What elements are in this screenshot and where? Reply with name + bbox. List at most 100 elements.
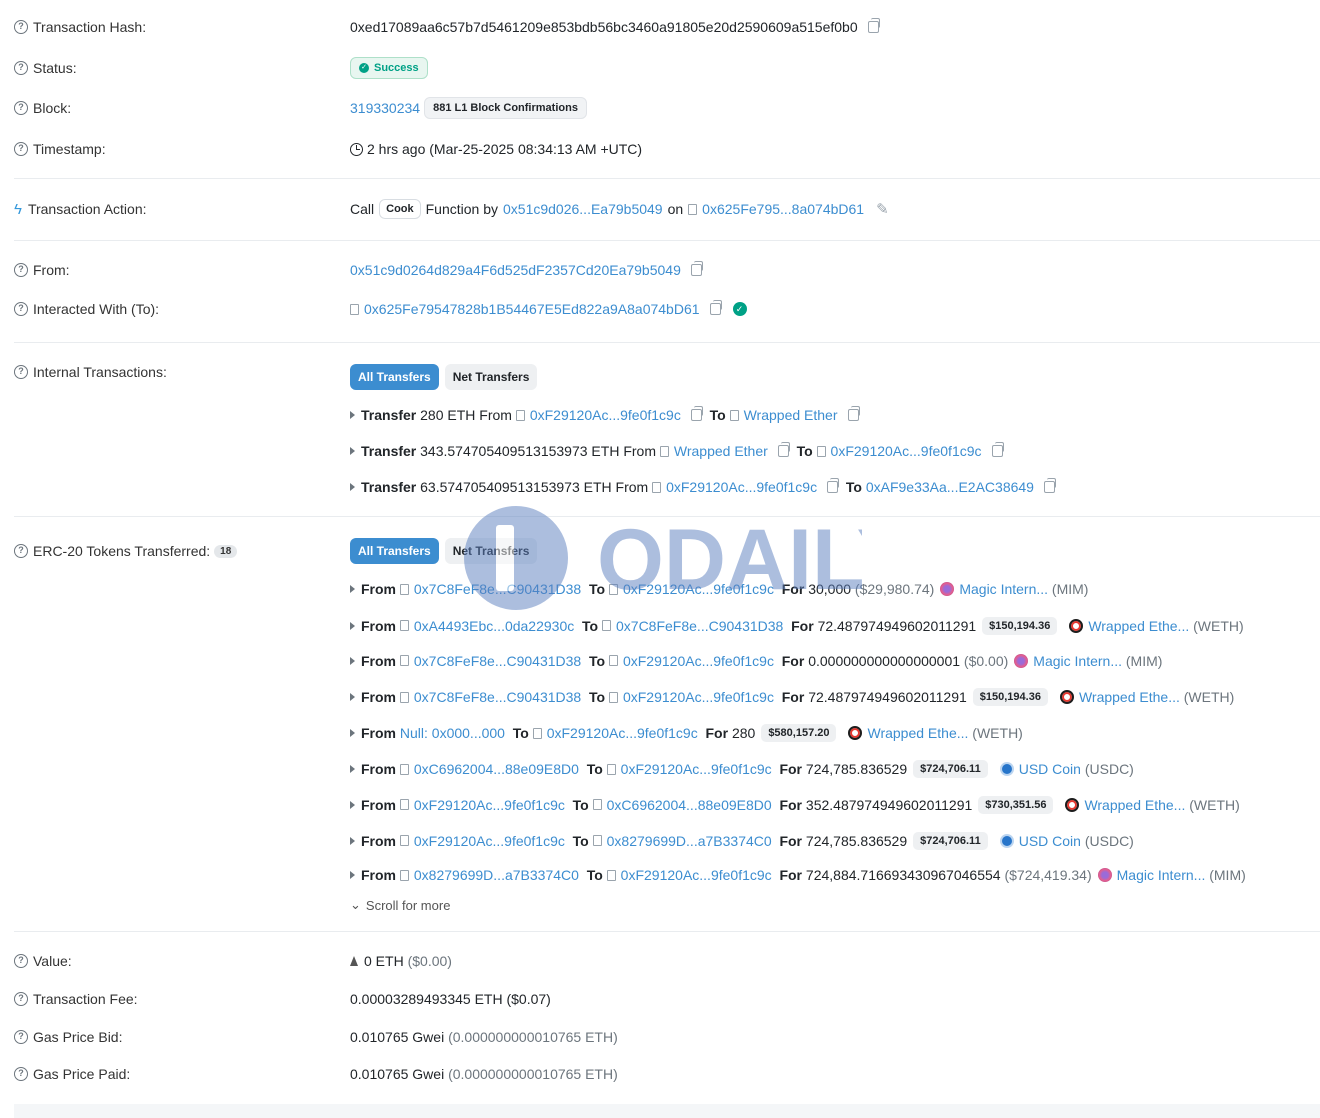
- erc20-to-link[interactable]: 0xC6962004...88e09E8D0: [607, 797, 772, 813]
- token-name-link[interactable]: USD Coin: [1019, 833, 1081, 849]
- erc20-from-link[interactable]: 0xA4493Ebc...0da22930c: [414, 618, 574, 634]
- erc20-from-link[interactable]: 0xF29120Ac...9fe0f1c9c: [414, 797, 565, 813]
- copy-icon[interactable]: [991, 442, 1004, 457]
- expand-caret-icon[interactable]: [350, 765, 355, 773]
- erc20-from-link[interactable]: 0x7C8FeF8e...C90431D38: [414, 581, 581, 597]
- erc20-to-link[interactable]: 0xF29120Ac...9fe0f1c9c: [623, 581, 774, 597]
- tab-net-transfers[interactable]: Net Transfers: [444, 538, 538, 564]
- scroll-for-more[interactable]: ⌄ Scroll for more: [350, 897, 650, 913]
- erc20-transfer-row[interactable]: From 0x8279699D...a7B3374C0 To 0xF29120A…: [350, 867, 1310, 883]
- transfer-to-link[interactable]: 0xF29120Ac...9fe0f1c9c: [831, 443, 982, 459]
- from-label: From: [361, 652, 396, 669]
- internal-tx-row[interactable]: Transfer 343.574705409513153973 ETH From…: [350, 442, 1310, 459]
- erc20-to-link[interactable]: 0xF29120Ac...9fe0f1c9c: [547, 725, 698, 741]
- help-icon[interactable]: ?: [14, 302, 28, 316]
- erc20-to-link[interactable]: 0x8279699D...a7B3374C0: [607, 833, 772, 849]
- copy-icon[interactable]: [690, 261, 703, 276]
- erc20-transfer-row[interactable]: From 0x7C8FeF8e...C90431D38 To 0xF29120A…: [350, 581, 1310, 597]
- erc20-from-link[interactable]: 0x7C8FeF8e...C90431D38: [414, 653, 581, 669]
- expand-caret-icon[interactable]: [350, 800, 355, 809]
- transfer-from-link[interactable]: Wrapped Ether: [674, 443, 768, 459]
- ethereum-icon: [350, 956, 358, 966]
- tab-net-transfers[interactable]: Net Transfers: [444, 364, 538, 390]
- action-contract-link[interactable]: 0x625Fe795...8a074bD61: [702, 201, 864, 217]
- help-icon[interactable]: ?: [14, 365, 28, 379]
- contract-icon: [532, 727, 542, 739]
- erc20-transfer-row[interactable]: From 0x7C8FeF8e...C90431D38 To 0xF29120A…: [350, 688, 1310, 707]
- gas-bid-label: Gas Price Bid:: [33, 1029, 123, 1045]
- copy-icon[interactable]: [827, 478, 840, 493]
- erc20-to-link[interactable]: 0xF29120Ac...9fe0f1c9c: [623, 689, 774, 705]
- from-label: From: [361, 581, 396, 597]
- help-icon[interactable]: ?: [14, 954, 28, 968]
- erc20-to-link[interactable]: 0xF29120Ac...9fe0f1c9c: [623, 653, 774, 669]
- transfer-to-link[interactable]: Wrapped Ether: [744, 407, 838, 423]
- block-number-link[interactable]: 319330234: [350, 100, 420, 116]
- help-icon[interactable]: ?: [14, 544, 28, 558]
- erc20-transfer-row[interactable]: From 0xA4493Ebc...0da22930c To 0x7C8FeF8…: [350, 616, 1310, 635]
- expand-caret-icon[interactable]: [350, 411, 355, 419]
- token-name-link[interactable]: Magic Intern...: [1117, 867, 1206, 883]
- help-icon[interactable]: ?: [14, 992, 28, 1006]
- copy-icon[interactable]: [690, 406, 703, 421]
- token-name-link[interactable]: Wrapped Ethe...: [867, 725, 968, 741]
- expand-caret-icon[interactable]: [350, 656, 355, 665]
- help-icon[interactable]: ?: [14, 142, 28, 156]
- transfer-to-link[interactable]: 0xAF9e33Aa...E2AC38649: [866, 479, 1034, 495]
- tab-all-transfers[interactable]: All Transfers: [350, 538, 439, 564]
- transfer-from-link[interactable]: 0xF29120Ac...9fe0f1c9c: [666, 479, 817, 495]
- help-icon[interactable]: ?: [14, 263, 28, 277]
- erc20-transfer-row[interactable]: From Null: 0x000...000 To 0xF29120Ac...9…: [350, 724, 1310, 743]
- token-name-link[interactable]: Wrapped Ethe...: [1088, 618, 1189, 634]
- copy-icon[interactable]: [709, 300, 722, 315]
- help-icon[interactable]: ?: [14, 20, 28, 34]
- expand-caret-icon[interactable]: [350, 621, 355, 630]
- erc20-amount: 724,785.836529: [805, 761, 908, 777]
- tab-all-transfers[interactable]: All Transfers: [350, 364, 439, 390]
- help-icon[interactable]: ?: [14, 101, 28, 115]
- gas-paid-eth: (0.000000000010765 ETH): [448, 1066, 618, 1082]
- token-name-link[interactable]: USD Coin: [1019, 761, 1081, 777]
- internal-tx-row[interactable]: Transfer 63.574705409513153973 ETH From …: [350, 478, 1310, 495]
- to-address-link[interactable]: 0x625Fe79547828b1B54467E5Ed822a9A8a074bD…: [364, 301, 700, 317]
- contract-icon: [350, 303, 359, 315]
- copy-icon[interactable]: [867, 18, 880, 33]
- erc20-to-link[interactable]: 0xF29120Ac...9fe0f1c9c: [621, 761, 772, 777]
- help-icon[interactable]: ?: [14, 1030, 28, 1044]
- erc20-to-link[interactable]: 0xF29120Ac...9fe0f1c9c: [621, 867, 772, 883]
- token-name-link[interactable]: Wrapped Ethe...: [1084, 797, 1185, 813]
- erc20-transfer-row[interactable]: From 0xC6962004...88e09E8D0 To 0xF29120A…: [350, 760, 1310, 778]
- help-icon[interactable]: ?: [14, 1067, 28, 1081]
- pencil-icon[interactable]: ✎: [876, 200, 889, 218]
- expand-caret-icon[interactable]: [350, 585, 355, 593]
- erc20-to-link[interactable]: 0x7C8FeF8e...C90431D38: [616, 618, 783, 634]
- action-from-link[interactable]: 0x51c9d026...Ea79b5049: [503, 201, 663, 217]
- token-name-link[interactable]: Magic Intern...: [1033, 653, 1122, 669]
- contract-icon: [652, 481, 662, 493]
- transfer-from-link[interactable]: 0xF29120Ac...9fe0f1c9c: [530, 407, 681, 423]
- copy-icon[interactable]: [777, 442, 790, 457]
- erc20-from-link[interactable]: Null: 0x000...000: [400, 725, 505, 741]
- erc20-from-link[interactable]: 0xC6962004...88e09E8D0: [414, 761, 579, 777]
- erc20-transfer-row[interactable]: From 0xF29120Ac...9fe0f1c9c To 0x8279699…: [350, 831, 1310, 850]
- expand-caret-icon[interactable]: [350, 729, 355, 738]
- copy-icon[interactable]: [1043, 478, 1056, 493]
- erc20-transfer-row[interactable]: From 0xF29120Ac...9fe0f1c9c To 0xC696200…: [350, 795, 1310, 814]
- erc20-from-link[interactable]: 0x8279699D...a7B3374C0: [414, 867, 579, 883]
- expand-caret-icon[interactable]: [350, 693, 355, 702]
- expand-caret-icon[interactable]: [350, 871, 355, 880]
- block-label: Block:: [33, 100, 72, 116]
- help-icon[interactable]: ?: [14, 61, 28, 75]
- for-label: For: [779, 867, 803, 884]
- copy-icon[interactable]: [847, 406, 860, 421]
- expand-caret-icon[interactable]: [350, 836, 355, 845]
- from-address-link[interactable]: 0x51c9d0264d829a4F6d525dF2357Cd20Ea79b50…: [350, 262, 681, 278]
- expand-caret-icon[interactable]: [350, 483, 355, 491]
- token-name-link[interactable]: Wrapped Ethe...: [1079, 689, 1180, 705]
- token-name-link[interactable]: Magic Intern...: [959, 581, 1048, 597]
- internal-tx-row[interactable]: Transfer 280 ETH From 0xF29120Ac...9fe0f…: [350, 406, 1310, 423]
- erc20-from-link[interactable]: 0xF29120Ac...9fe0f1c9c: [414, 833, 565, 849]
- erc20-from-link[interactable]: 0x7C8FeF8e...C90431D38: [414, 689, 581, 705]
- erc20-transfer-row[interactable]: From 0x7C8FeF8e...C90431D38 To 0xF29120A…: [350, 653, 1310, 669]
- expand-caret-icon[interactable]: [350, 447, 355, 455]
